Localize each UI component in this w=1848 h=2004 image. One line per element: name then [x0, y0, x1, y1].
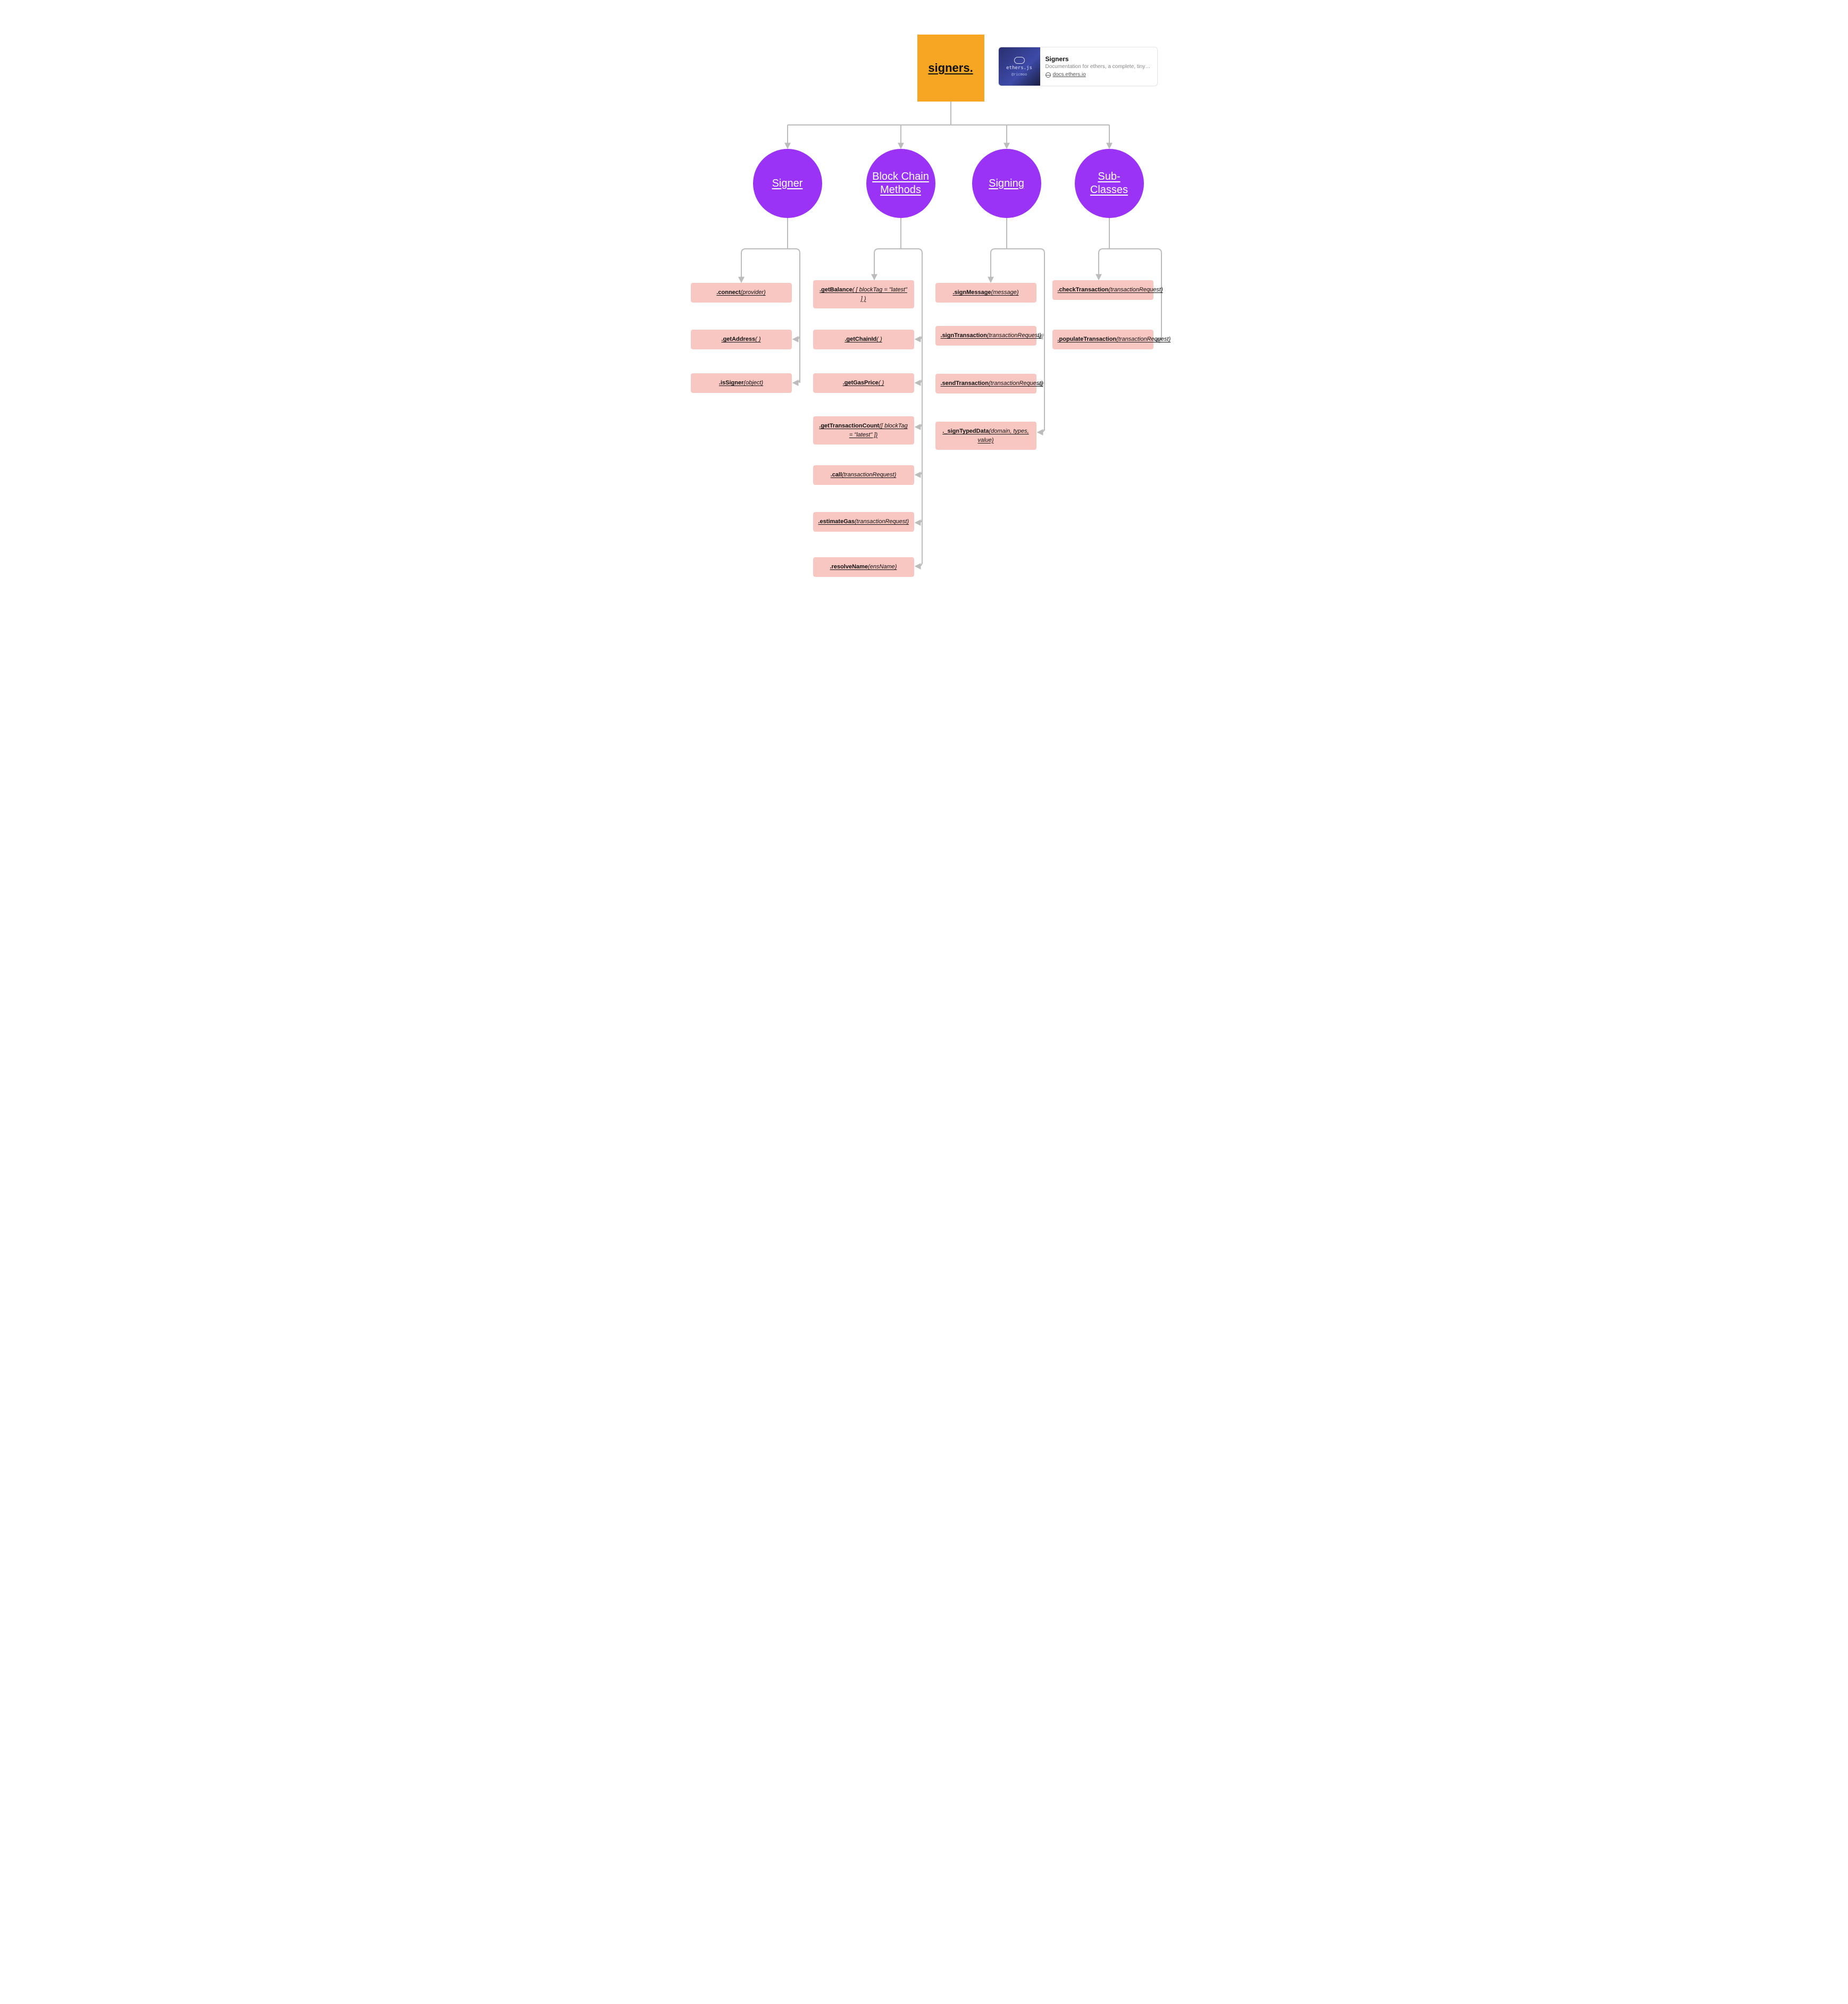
- leaf-connect[interactable]: .connect(provider): [691, 283, 792, 303]
- leaf-signmessage[interactable]: .signMessage(message): [935, 283, 1036, 303]
- doc-card-thumb-text: ethers.js: [1006, 65, 1032, 71]
- category-signer[interactable]: Signer: [753, 149, 822, 218]
- category-blockchain[interactable]: Block Chain Methods: [866, 149, 935, 218]
- leaf-resolvename[interactable]: .resolveName(ensName): [813, 557, 914, 577]
- root-label: signers.: [928, 61, 973, 75]
- leaf-getaddress[interactable]: .getAddress( ): [691, 330, 792, 349]
- cloud-icon: [1014, 57, 1025, 64]
- doc-card-link[interactable]: docs.ethers.io: [1046, 72, 1152, 78]
- category-label: Block Chain Methods: [872, 170, 930, 197]
- doc-card-thumb-tag: @ricmoo: [1011, 72, 1027, 77]
- doc-card-desc: Documentation for ethers, a complete, ti…: [1046, 64, 1152, 70]
- category-label: Signer: [772, 177, 803, 190]
- leaf-signtransaction[interactable]: .signTransaction(transactionRequest): [935, 326, 1036, 346]
- leaf-populatetransaction[interactable]: .populateTransaction(transactionRequest): [1052, 330, 1153, 349]
- doc-card[interactable]: ethers.js @ricmoo Signers Documentation …: [998, 47, 1158, 86]
- doc-card-thumb: ethers.js @ricmoo: [999, 47, 1040, 86]
- leaf-getchainid[interactable]: .getChainId( ): [813, 330, 914, 349]
- leaf-issigner[interactable]: .isSigner(object): [691, 373, 792, 393]
- leaf-getgasprice[interactable]: .getGasPrice( ): [813, 373, 914, 393]
- globe-icon: [1046, 72, 1051, 78]
- leaf-call[interactable]: .call(transactionRequest): [813, 465, 914, 485]
- leaf-sendtransaction[interactable]: .sendTransaction(transactionRequest): [935, 374, 1036, 393]
- category-label: Signing: [989, 177, 1024, 190]
- category-signing[interactable]: Signing: [972, 149, 1041, 218]
- doc-card-body: Signers Documentation for ethers, a comp…: [1040, 47, 1157, 86]
- leaf-checktransaction[interactable]: .checkTransaction(transactionRequest): [1052, 280, 1153, 300]
- doc-card-title: Signers: [1046, 55, 1152, 63]
- root-node[interactable]: signers.: [917, 35, 984, 102]
- leaf-signtypeddata[interactable]: ._signTypedData(domain, types, value): [935, 422, 1036, 450]
- category-subclasses[interactable]: Sub-Classes: [1075, 149, 1144, 218]
- leaf-gettransactioncount[interactable]: .getTransactionCount([ blockTag = "lates…: [813, 416, 914, 445]
- leaf-estimategas[interactable]: .estimateGas(transactionRequest): [813, 512, 914, 532]
- category-label: Sub-Classes: [1080, 170, 1139, 197]
- doc-card-link-text: docs.ethers.io: [1053, 72, 1086, 78]
- leaf-getbalance[interactable]: .getBalance( [ blockTag = "latest" ] ): [813, 280, 914, 308]
